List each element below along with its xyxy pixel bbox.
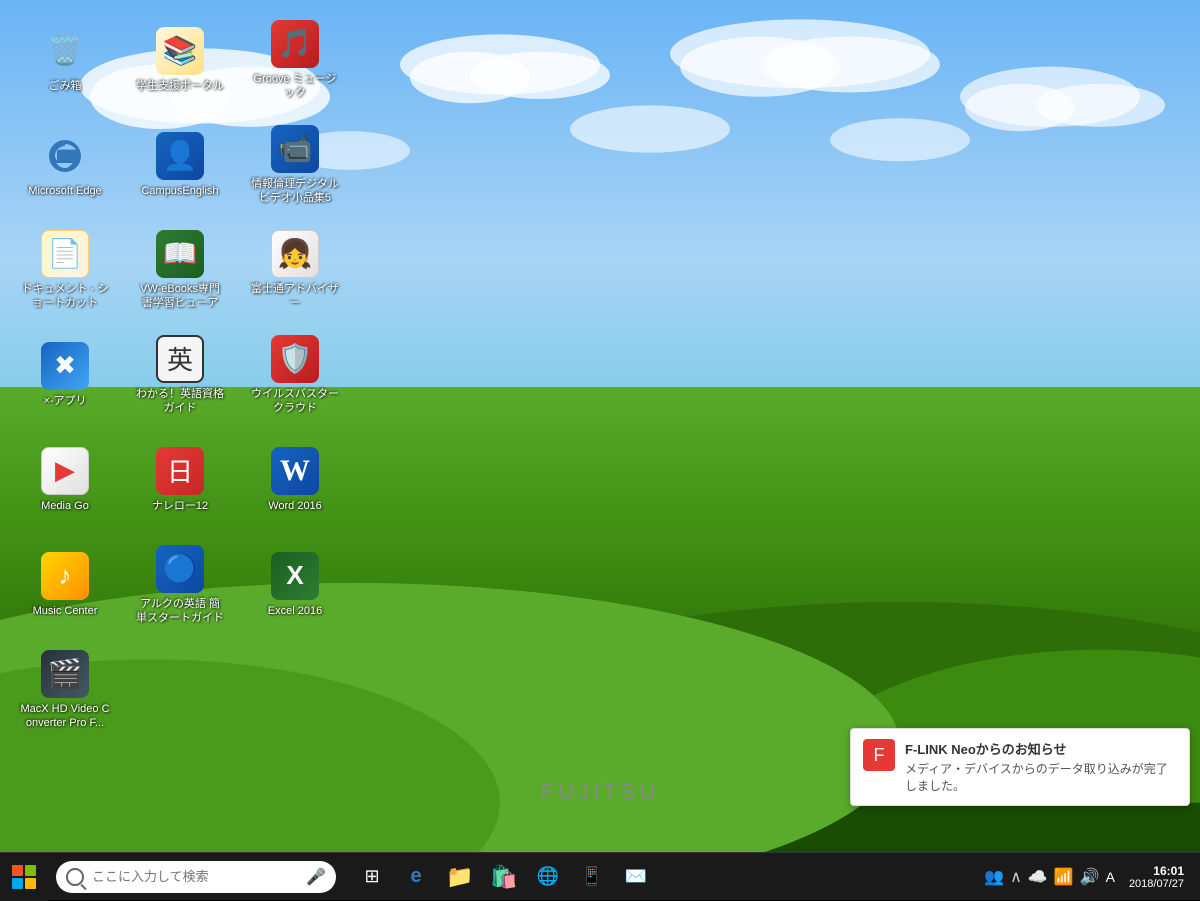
icon-image-portal: 📚: [156, 27, 204, 75]
notification-body: メディア・デバイスからのデータ取り込みが完了しました。: [905, 761, 1177, 795]
icon-image-narero: 日: [156, 447, 204, 495]
desktop-icon-trash[interactable]: 🗑️ ごみ箱: [10, 10, 120, 110]
notification-content: F-LINK Neoからのお知らせ メディア・デバイスからのデータ取り込みが完了…: [905, 739, 1177, 795]
desktop-icon-digital[interactable]: 📹 情報倫理デジタルビデオ小品集5: [240, 115, 350, 215]
icon-label-portal: 学生支援ポータル: [136, 79, 224, 93]
system-tray: 👥 ∧ ☁️ 📶 🔊 A 16:01 2018/07/27: [976, 864, 1200, 890]
wifi-tray-icon[interactable]: 📶: [1054, 867, 1074, 887]
desktop-icons-grid: 🗑️ ごみ箱 📚 学生支援ポータル 🎵 Groove ミュージック Micros…: [10, 10, 350, 810]
icon-label-narero: ナレロー12: [152, 499, 208, 513]
desktop-icon-ebook[interactable]: 📖 VW-eBooks専門書学習ビューア: [125, 220, 235, 320]
desktop-icon-word[interactable]: W Word 2016: [240, 430, 350, 530]
desktop-icon-groove[interactable]: 🎵 Groove ミュージック: [240, 10, 350, 110]
people-tray-icon[interactable]: 👥: [984, 867, 1004, 887]
icon-image-macx: 🎬: [41, 650, 89, 698]
task-view-button[interactable]: ⊞: [352, 857, 392, 897]
icon-label-groove: Groove ミュージック: [250, 72, 340, 101]
desktop-icon-macx[interactable]: 🎬 MacX HD Video Converter Pro F...: [10, 640, 120, 740]
icon-label-campus: CampusEnglish: [141, 184, 218, 198]
input-tray-icon[interactable]: A: [1106, 869, 1115, 885]
icon-image-groove: 🎵: [271, 20, 319, 68]
icon-image-fujitsu: 👧: [271, 230, 319, 278]
icon-image-doc: 📄: [41, 230, 89, 278]
icon-label-eigo: わかる！英語資格ガイド: [135, 387, 225, 416]
desktop-icon-edge[interactable]: Microsoft Edge: [10, 115, 120, 215]
clock-time: 16:01: [1129, 864, 1184, 878]
desktop: 🗑️ ごみ箱 📚 学生支援ポータル 🎵 Groove ミュージック Micros…: [0, 0, 1200, 860]
icon-label-fujitsu: 富士通アドバイザー: [250, 282, 340, 311]
volume-tray-icon[interactable]: 🔊: [1080, 867, 1100, 887]
icon-label-word: Word 2016: [268, 499, 322, 513]
store-taskbar-icon[interactable]: 🛍️: [484, 857, 524, 897]
desktop-icon-doc[interactable]: 📄 ドキュメント - ショートカット: [10, 220, 120, 320]
chevron-tray-icon[interactable]: ∧: [1010, 867, 1022, 887]
icon-label-mediago: Media Go: [41, 499, 89, 513]
icon-label-excel: Excel 2016: [268, 604, 322, 618]
icon-image-ebook: 📖: [156, 230, 204, 278]
desktop-icon-xapp[interactable]: ✖ ×-アプリ: [10, 325, 120, 425]
desktop-icon-campus[interactable]: 👤 CampusEnglish: [125, 115, 235, 215]
icon-label-edge: Microsoft Edge: [28, 184, 101, 198]
icon-label-digital: 情報倫理デジタルビデオ小品集5: [250, 177, 340, 206]
icon-image-digital: 📹: [271, 125, 319, 173]
taskbar-apps: ⊞ e 📁 🛍️ 🌐 📱 ✉️: [352, 857, 976, 897]
icon-image-campus: 👤: [156, 132, 204, 180]
onedrive-tray-icon[interactable]: ☁️: [1028, 867, 1048, 887]
clock-date: 2018/07/27: [1129, 878, 1184, 890]
notification-title: F-LINK Neoからのお知らせ: [905, 739, 1177, 758]
icon-label-music: Music Center: [33, 604, 98, 618]
brand-label: FUJiTSU: [541, 779, 659, 805]
mail-taskbar-icon[interactable]: ✉️: [616, 857, 656, 897]
edge-taskbar-icon[interactable]: e: [396, 857, 436, 897]
taskbar: 🎤 ⊞ e 📁 🛍️ 🌐 📱 ✉️ 👥 ∧ ☁️ 📶 🔊 A 16:01 201…: [0, 852, 1200, 900]
desktop-icon-mediago[interactable]: ▶ Media Go: [10, 430, 120, 530]
desktop-icon-excel[interactable]: X Excel 2016: [240, 535, 350, 635]
desktop-icon-fujitsu[interactable]: 👧 富士通アドバイザー: [240, 220, 350, 320]
desktop-icon-portal[interactable]: 📚 学生支援ポータル: [125, 10, 235, 110]
icon-image-word: W: [271, 447, 319, 495]
icon-image-aruku: 🔵: [156, 545, 204, 593]
icon-label-virus: ウイルスバスター クラウド: [250, 387, 340, 416]
icon-image-trash: 🗑️: [41, 27, 89, 75]
icon-image-edge: [41, 132, 89, 180]
notification-toast[interactable]: F F-LINK Neoからのお知らせ メディア・デバイスからのデータ取り込みが…: [850, 728, 1190, 806]
search-bar[interactable]: 🎤: [56, 861, 336, 893]
icon-label-trash: ごみ箱: [49, 79, 82, 93]
start-button[interactable]: [0, 853, 48, 901]
icon-label-aruku: アルクの英語 簡単スタートガイド: [135, 597, 225, 626]
explorer-taskbar-icon[interactable]: 📁: [440, 857, 480, 897]
desktop-icon-aruku[interactable]: 🔵 アルクの英語 簡単スタートガイド: [125, 535, 235, 635]
icon-image-xapp: ✖: [41, 342, 89, 390]
icon-image-mediago: ▶: [41, 447, 89, 495]
icon-image-excel: X: [271, 552, 319, 600]
search-icon: [66, 868, 84, 886]
icon-label-ebook: VW-eBooks専門書学習ビューア: [135, 282, 225, 311]
desktop-icon-narero[interactable]: 日 ナレロー12: [125, 430, 235, 530]
clock[interactable]: 16:01 2018/07/27: [1121, 864, 1192, 890]
desktop-icon-eigo[interactable]: 英 わかる！英語資格ガイド: [125, 325, 235, 425]
icon-label-xapp: ×-アプリ: [43, 394, 86, 408]
icon-image-music: ♪: [41, 552, 89, 600]
microphone-icon[interactable]: 🎤: [306, 867, 326, 887]
app1-taskbar-icon[interactable]: 📱: [572, 857, 612, 897]
icon-image-eigo: 英: [156, 335, 204, 383]
icon-image-virus: 🛡️: [271, 335, 319, 383]
icon-label-doc: ドキュメント - ショートカット: [20, 282, 110, 311]
windows-logo-icon: [12, 865, 36, 889]
notification-app-icon: F: [863, 739, 895, 771]
browser2-taskbar-icon[interactable]: 🌐: [528, 857, 568, 897]
icon-label-macx: MacX HD Video Converter Pro F...: [20, 702, 110, 731]
desktop-icon-music[interactable]: ♪ Music Center: [10, 535, 120, 635]
search-input[interactable]: [92, 869, 306, 884]
desktop-icon-virus[interactable]: 🛡️ ウイルスバスター クラウド: [240, 325, 350, 425]
